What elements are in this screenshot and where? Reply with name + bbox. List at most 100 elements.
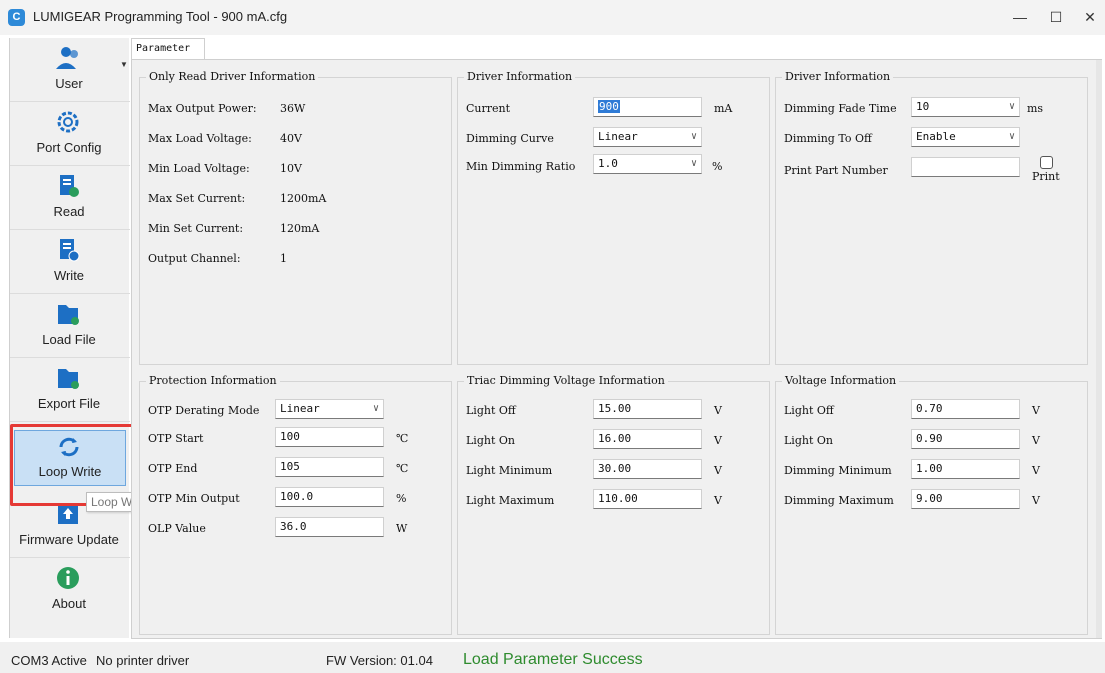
minimize-button[interactable]: — [1004, 5, 1036, 29]
load-file-icon [58, 305, 79, 325]
triac-light-off-input[interactable]: 15.00 [593, 399, 702, 419]
vertical-scrollbar[interactable] [1096, 60, 1102, 638]
triac-light-off-label: Light Off [466, 404, 516, 417]
parameter-panel: Only Read Driver Information Max Output … [131, 59, 1102, 639]
otp-end-unit: ℃ [396, 462, 409, 475]
triac-light-off-unit: V [714, 404, 722, 417]
triac-light-on-label: Light On [466, 434, 515, 447]
max-output-power-value: 36W [280, 102, 306, 115]
sidebar-item-label: Firmware Update [19, 532, 119, 547]
print-checkbox[interactable] [1040, 156, 1053, 169]
max-load-voltage-value: 40V [280, 132, 302, 145]
min-dimming-ratio-unit: % [712, 160, 723, 173]
read-icon [60, 175, 79, 197]
sidebar: User Port Config Read Write Load File Ex… [9, 38, 130, 638]
group-title: Triac Dimming Voltage Information [464, 374, 668, 387]
print-part-number-input[interactable] [911, 157, 1020, 177]
dimming-to-off-select[interactable]: Enable ∨ [911, 127, 1020, 147]
max-set-current-label: Max Set Current: [148, 192, 246, 205]
dimming-to-off-value: Enable [916, 130, 956, 143]
triac-light-minimum-unit: V [714, 464, 722, 477]
min-load-voltage-value: 10V [280, 162, 302, 175]
port-config-icon [57, 111, 79, 133]
sidebar-item-load-file[interactable]: Load File [10, 294, 130, 358]
window-title: LUMIGEAR Programming Tool - 900 mA.cfg [33, 9, 288, 24]
min-dimming-ratio-value: 1.0 [598, 157, 618, 170]
sidebar-item-port-config[interactable]: Port Config [10, 102, 130, 166]
sidebar-item-label: User [55, 76, 83, 91]
sidebar-item-export-file[interactable]: Export File [10, 358, 130, 422]
protection-info-group: Protection Information OTP Derating Mode… [139, 374, 452, 635]
otp-min-output-label: OTP Min Output [148, 492, 240, 505]
triac-light-minimum-label: Light Minimum [466, 464, 553, 477]
sidebar-item-about[interactable]: About [10, 558, 130, 622]
min-dimming-ratio-select[interactable]: 1.0 ∨ [593, 154, 702, 174]
sidebar-item-user[interactable]: User [10, 38, 130, 102]
driver-info-2-group: Driver Information Dimming Fade Time 10 … [775, 70, 1088, 365]
dimming-curve-label: Dimming Curve [466, 132, 554, 145]
otp-end-input[interactable]: 105 [275, 457, 384, 477]
maximize-button[interactable]: ☐ [1040, 5, 1072, 29]
otp-derating-mode-select[interactable]: Linear ∨ [275, 399, 384, 419]
close-button[interactable]: ✕ [1074, 5, 1105, 29]
min-set-current-value: 120mA [280, 222, 320, 235]
voltage-light-off-input[interactable]: 0.70 [911, 399, 1020, 419]
triac-light-maximum-unit: V [714, 494, 722, 507]
tab-parameter[interactable]: Parameter [131, 38, 205, 60]
about-icon [57, 567, 79, 589]
voltage-info-group: Voltage Information Light Off 0.70 V Lig… [775, 374, 1088, 635]
min-set-current-label: Min Set Current: [148, 222, 244, 235]
voltage-dimming-maximum-unit: V [1032, 494, 1040, 507]
dimming-fade-time-label: Dimming Fade Time [784, 102, 897, 115]
otp-start-label: OTP Start [148, 432, 204, 445]
user-dropdown-icon[interactable]: ▼ [120, 60, 128, 69]
voltage-dimming-minimum-unit: V [1032, 464, 1040, 477]
sidebar-item-read[interactable]: Read [10, 166, 130, 230]
chevron-down-icon: ∨ [690, 158, 697, 169]
port-status: COM3 Active [11, 653, 87, 668]
sidebar-item-label: Write [53, 268, 85, 283]
voltage-light-on-unit: V [1032, 434, 1040, 447]
print-part-number-label: Print Part Number [784, 164, 888, 177]
otp-min-output-input[interactable]: 100.0 [275, 487, 384, 507]
otp-start-input[interactable]: 100 [275, 427, 384, 447]
voltage-light-off-label: Light Off [784, 404, 834, 417]
voltage-dimming-maximum-input[interactable]: 9.00 [911, 489, 1020, 509]
sidebar-item-write[interactable]: Write [10, 230, 130, 294]
otp-min-output-unit: % [396, 492, 407, 505]
dimming-curve-select[interactable]: Linear ∨ [593, 127, 702, 147]
sidebar-item-label: Port Config [36, 140, 102, 155]
chevron-down-icon: ∨ [1008, 101, 1015, 112]
title-bar: C LUMIGEAR Programming Tool - 900 mA.cfg… [0, 0, 1105, 35]
max-set-current-value: 1200mA [280, 192, 327, 205]
triac-light-maximum-input[interactable]: 110.00 [593, 489, 702, 509]
triac-light-maximum-label: Light Maximum [466, 494, 555, 507]
dimming-fade-time-select[interactable]: 10 ∨ [911, 97, 1020, 117]
min-load-voltage-label: Min Load Voltage: [148, 162, 250, 175]
dimming-to-off-label: Dimming To Off [784, 132, 872, 145]
group-title: Only Read Driver Information [146, 70, 319, 83]
sidebar-item-label: Export File [37, 396, 101, 411]
voltage-light-off-unit: V [1032, 404, 1040, 417]
chevron-down-icon: ∨ [372, 403, 379, 414]
voltage-light-on-input[interactable]: 0.90 [911, 429, 1020, 449]
max-output-power-label: Max Output Power: [148, 102, 257, 115]
otp-derating-mode-label: OTP Derating Mode [148, 404, 260, 417]
current-input[interactable]: 900 [593, 97, 702, 117]
driver-info-group: Driver Information Current 900 mA Dimmin… [457, 70, 770, 365]
triac-light-on-input[interactable]: 16.00 [593, 429, 702, 449]
status-bar: COM3 Active No printer driver FW Version… [0, 642, 1105, 673]
current-label: Current [466, 102, 511, 115]
output-channel-label: Output Channel: [148, 252, 241, 265]
min-dimming-ratio-label: Min Dimming Ratio [466, 160, 576, 173]
max-load-voltage-label: Max Load Voltage: [148, 132, 252, 145]
write-icon [60, 239, 80, 262]
triac-light-minimum-input[interactable]: 30.00 [593, 459, 702, 479]
olp-value-input[interactable]: 36.0 [275, 517, 384, 537]
voltage-dimming-minimum-input[interactable]: 1.00 [911, 459, 1020, 479]
triac-info-group: Triac Dimming Voltage Information Light … [457, 374, 770, 635]
output-channel-value: 1 [280, 252, 287, 265]
readonly-info-group: Only Read Driver Information Max Output … [139, 70, 452, 365]
group-title: Protection Information [146, 374, 280, 387]
dimming-fade-time-value: 10 [916, 100, 930, 113]
